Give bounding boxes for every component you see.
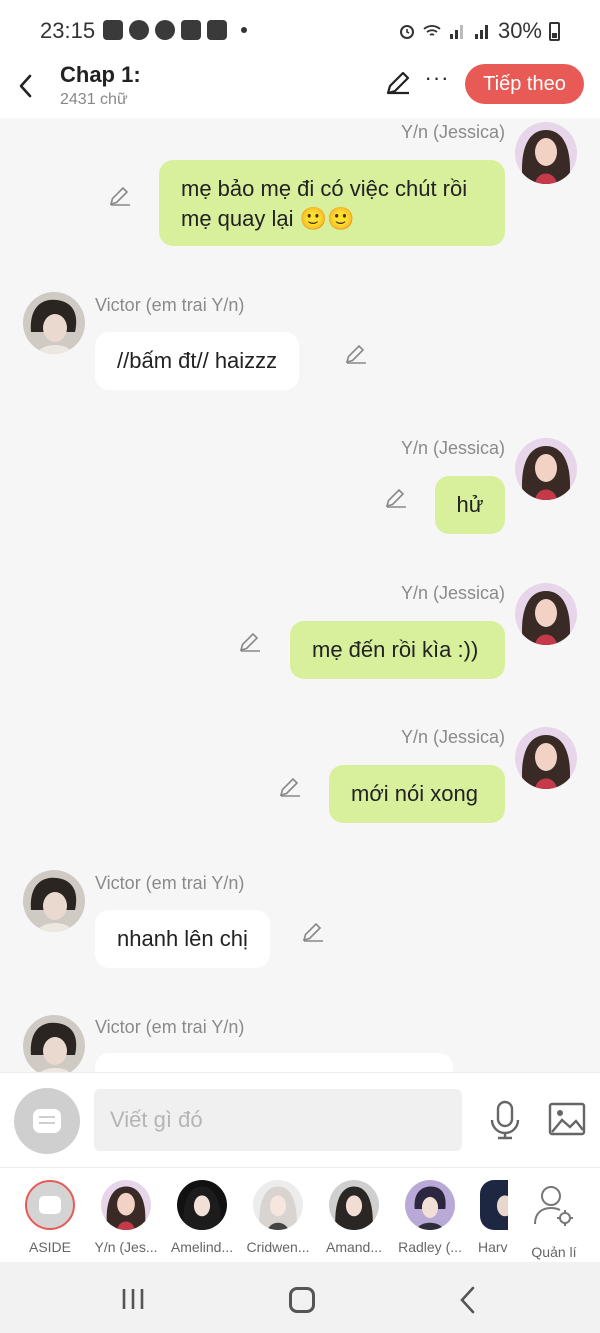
sender-name: Y/n (Jessica)	[400, 438, 505, 458]
aside-icon	[33, 1109, 61, 1133]
facebook-icon	[155, 20, 175, 40]
status-bar: 23:15 30%	[0, 0, 600, 60]
microphone-icon[interactable]	[488, 1100, 522, 1140]
sender-name: Victor (em trai Y/n)	[95, 1017, 245, 1037]
more-options-icon[interactable]: ···	[422, 67, 452, 98]
sender-name: Victor (em trai Y/n)	[95, 873, 245, 893]
character-selector: ASIDE Y/n (Jes... Amelind... Cridwen... …	[0, 1167, 600, 1262]
character-cridwen[interactable]: Cridwen...	[238, 1180, 318, 1255]
edit-message-icon[interactable]	[108, 184, 132, 208]
avatar	[405, 1180, 455, 1230]
message-line: hử	[456, 492, 484, 517]
avatar-victor[interactable]	[23, 292, 85, 354]
character-radley[interactable]: Radley (...	[390, 1180, 470, 1255]
chapter-header: Chap 1: 2431 chữ ··· Tiếp theo	[0, 60, 600, 118]
next-chapter-button[interactable]: Tiếp theo	[465, 64, 584, 104]
avatar-jessica[interactable]	[515, 438, 577, 500]
message-line: mẹ quay lại 🙂🙂	[181, 206, 355, 231]
character-label: Harv	[478, 1239, 508, 1255]
message-bubble[interactable]: mới nói xong	[329, 765, 505, 823]
avatar	[177, 1180, 227, 1230]
edit-message-icon[interactable]	[384, 486, 408, 510]
message-line: nhanh lên chị	[117, 926, 248, 951]
sender-name: Victor (em trai Y/n)	[95, 295, 245, 315]
battery-icon	[549, 21, 560, 41]
battery-percent: 30%	[497, 18, 542, 43]
manage-characters-button[interactable]: Quản lí	[514, 1180, 594, 1260]
message-input[interactable]	[94, 1089, 462, 1151]
avatar	[329, 1180, 379, 1230]
avatar-jessica[interactable]	[515, 122, 577, 184]
home-icon[interactable]	[289, 1287, 315, 1313]
character-label: Y/n (Jes...	[94, 1239, 158, 1255]
message-bubble[interactable]: mẹ bảo mẹ đi có việc chút rồi mẹ quay lạ…	[159, 160, 505, 246]
edit-message-icon[interactable]	[238, 630, 262, 654]
message-bubble[interactable]: nhanh lên chị	[95, 910, 270, 968]
image-icon[interactable]	[548, 1102, 586, 1136]
manage-users-icon	[534, 1186, 573, 1226]
avatar	[101, 1180, 151, 1230]
avatar-jessica[interactable]	[515, 583, 577, 645]
message-bubble[interactable]	[95, 1053, 453, 1072]
message-line: mẹ đến rồi kìa :))	[312, 637, 479, 662]
edit-pencil-icon[interactable]	[383, 68, 413, 98]
edit-message-icon[interactable]	[278, 775, 302, 799]
sender-name: Y/n (Jessica)	[400, 122, 505, 142]
chapter-title: Chap 1:	[60, 62, 141, 87]
avatar-victor[interactable]	[23, 1015, 85, 1072]
avatar	[253, 1180, 303, 1230]
character-label: Cridwen...	[246, 1239, 310, 1255]
status-right: 30%	[398, 18, 560, 44]
message-input-bar	[0, 1072, 600, 1167]
message-line: mẹ bảo mẹ đi có việc chút rồi	[181, 176, 468, 201]
character-harvey[interactable]: Harv	[466, 1180, 508, 1255]
chat-area[interactable]: Y/n (Jessica) mẹ bảo mẹ đi có việc chút …	[0, 118, 600, 1072]
character-amanda[interactable]: Amand...	[314, 1180, 394, 1255]
edit-message-icon[interactable]	[301, 920, 325, 944]
capcut-icon	[181, 20, 201, 40]
avatar-victor[interactable]	[23, 870, 85, 932]
aside-icon	[25, 1180, 75, 1230]
character-label: Quản lí	[531, 1244, 577, 1260]
character-label: Amand...	[325, 1239, 383, 1255]
message-line: //bấm đt// haizzz	[117, 348, 278, 373]
message-bubble[interactable]: hử	[435, 476, 505, 534]
capcut-icon	[207, 20, 227, 40]
character-label: ASIDE	[28, 1239, 71, 1255]
notification-icons	[103, 20, 247, 40]
aside-toggle-button[interactable]	[14, 1088, 80, 1154]
edit-message-icon[interactable]	[344, 342, 368, 366]
message-line: mới nói xong	[351, 781, 478, 806]
system-nav-bar	[0, 1262, 600, 1333]
nav-back-icon[interactable]	[458, 1286, 478, 1314]
character-label: Radley (...	[398, 1239, 462, 1255]
zalo-icon	[103, 20, 123, 40]
avatar	[480, 1180, 508, 1230]
back-arrow-icon[interactable]	[12, 64, 40, 104]
message-bubble[interactable]: mẹ đến rồi kìa :))	[290, 621, 505, 679]
messenger-icon	[129, 20, 149, 40]
word-count: 2431 chữ	[60, 91, 128, 108]
character-aside[interactable]: ASIDE	[10, 1180, 90, 1255]
wifi-icon	[423, 25, 441, 36]
status-time: 23:15	[40, 18, 96, 43]
recent-apps-icon[interactable]	[121, 1288, 145, 1310]
character-amelinda[interactable]: Amelind...	[162, 1180, 242, 1255]
more-notifications-dot	[241, 27, 247, 33]
alarm-icon	[399, 25, 414, 39]
signal-icon	[474, 25, 488, 39]
signal-icon	[449, 25, 463, 39]
sender-name: Y/n (Jessica)	[400, 583, 505, 603]
sender-name: Y/n (Jessica)	[400, 727, 505, 747]
character-label: Amelind...	[170, 1239, 234, 1255]
character-jessica[interactable]: Y/n (Jes...	[86, 1180, 166, 1255]
avatar-jessica[interactable]	[515, 727, 577, 789]
message-bubble[interactable]: //bấm đt// haizzz	[95, 332, 300, 390]
